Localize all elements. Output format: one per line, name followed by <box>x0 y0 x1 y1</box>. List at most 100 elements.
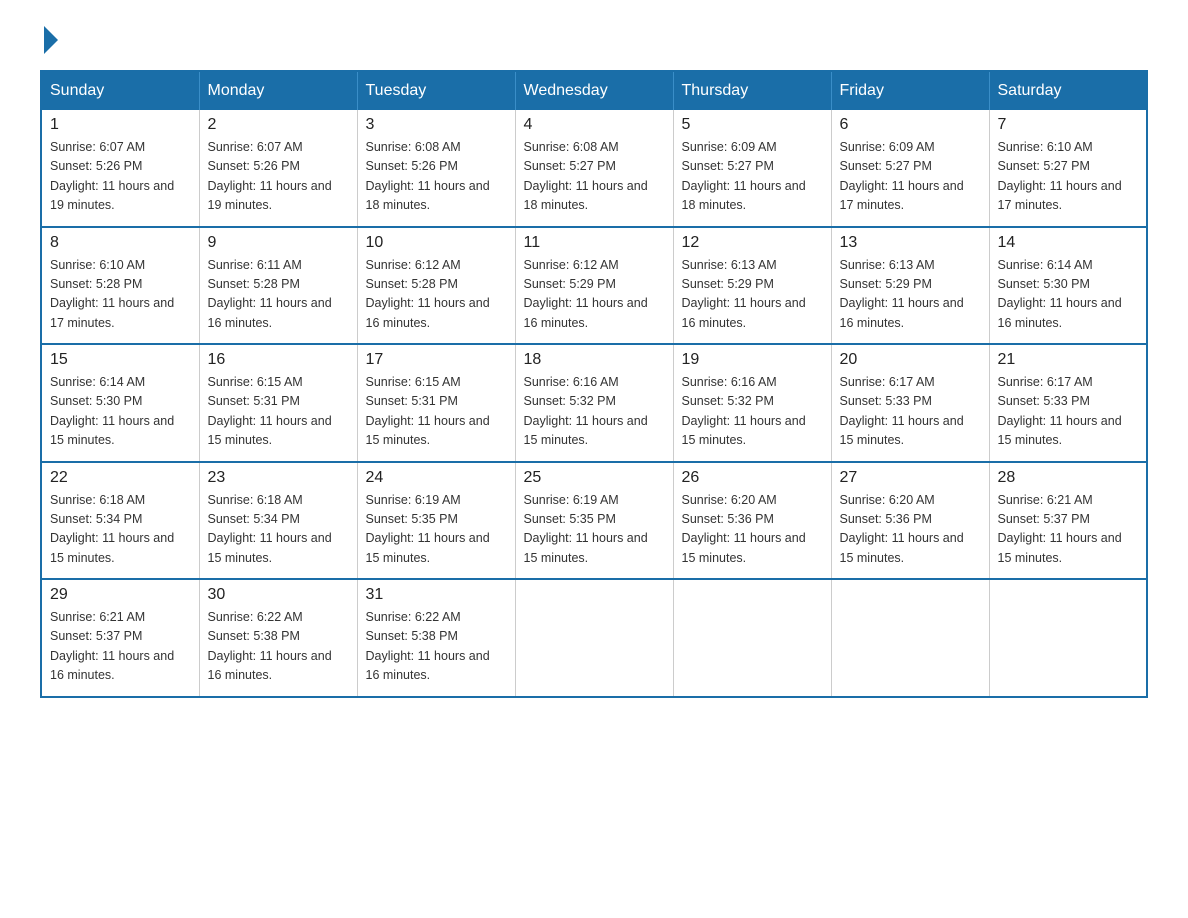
day-info: Sunrise: 6:19 AMSunset: 5:35 PMDaylight:… <box>366 491 507 569</box>
day-number: 4 <box>524 116 665 134</box>
calendar-cell: 2 Sunrise: 6:07 AMSunset: 5:26 PMDaylight… <box>199 110 357 227</box>
header-friday: Friday <box>831 71 989 110</box>
day-info: Sunrise: 6:20 AMSunset: 5:36 PMDaylight:… <box>682 491 823 569</box>
day-number: 13 <box>840 234 981 252</box>
header-saturday: Saturday <box>989 71 1147 110</box>
day-number: 23 <box>208 469 349 487</box>
header-wednesday: Wednesday <box>515 71 673 110</box>
day-info: Sunrise: 6:12 AMSunset: 5:29 PMDaylight:… <box>524 256 665 334</box>
day-info: Sunrise: 6:15 AMSunset: 5:31 PMDaylight:… <box>366 373 507 451</box>
calendar-cell: 4 Sunrise: 6:08 AMSunset: 5:27 PMDaylight… <box>515 110 673 227</box>
day-info: Sunrise: 6:14 AMSunset: 5:30 PMDaylight:… <box>998 256 1139 334</box>
calendar-cell: 6 Sunrise: 6:09 AMSunset: 5:27 PMDaylight… <box>831 110 989 227</box>
calendar-cell: 5Sunrise: 6:09 AMSunset: 5:27 PMDaylight… <box>673 110 831 227</box>
calendar-cell: 31Sunrise: 6:22 AMSunset: 5:38 PMDayligh… <box>357 579 515 697</box>
calendar-cell: 11 Sunrise: 6:12 AMSunset: 5:29 PMDayligh… <box>515 227 673 345</box>
calendar-cell: 18 Sunrise: 6:16 AMSunset: 5:32 PMDayligh… <box>515 344 673 462</box>
day-info: Sunrise: 6:07 AMSunset: 5:26 PMDaylight:… <box>50 138 191 216</box>
day-number: 2 <box>208 116 349 134</box>
calendar-cell: 25Sunrise: 6:19 AMSunset: 5:35 PMDayligh… <box>515 462 673 580</box>
calendar-cell: 15 Sunrise: 6:14 AMSunset: 5:30 PMDayligh… <box>41 344 199 462</box>
day-info: Sunrise: 6:09 AMSunset: 5:27 PMDaylight:… <box>840 138 981 216</box>
day-number: 15 <box>50 351 191 369</box>
day-info: Sunrise: 6:17 AMSunset: 5:33 PMDaylight:… <box>998 373 1139 451</box>
day-number: 20 <box>840 351 981 369</box>
calendar-cell: 13 Sunrise: 6:13 AMSunset: 5:29 PMDayligh… <box>831 227 989 345</box>
day-info: Sunrise: 6:12 AMSunset: 5:28 PMDaylight:… <box>366 256 507 334</box>
day-info: Sunrise: 6:21 AMSunset: 5:37 PMDaylight:… <box>998 491 1139 569</box>
day-info: Sunrise: 6:21 AMSunset: 5:37 PMDaylight:… <box>50 608 191 686</box>
calendar-cell: 17Sunrise: 6:15 AMSunset: 5:31 PMDayligh… <box>357 344 515 462</box>
day-number: 1 <box>50 116 191 134</box>
calendar-cell <box>673 579 831 697</box>
day-info: Sunrise: 6:17 AMSunset: 5:33 PMDaylight:… <box>840 373 981 451</box>
calendar-cell: 21 Sunrise: 6:17 AMSunset: 5:33 PMDayligh… <box>989 344 1147 462</box>
day-number: 26 <box>682 469 823 487</box>
calendar-cell <box>989 579 1147 697</box>
day-info: Sunrise: 6:08 AMSunset: 5:27 PMDaylight:… <box>524 138 665 216</box>
calendar-cell: 27 Sunrise: 6:20 AMSunset: 5:36 PMDayligh… <box>831 462 989 580</box>
day-info: Sunrise: 6:07 AMSunset: 5:26 PMDaylight:… <box>208 138 349 216</box>
calendar-week-row: 29 Sunrise: 6:21 AMSunset: 5:37 PMDayligh… <box>41 579 1147 697</box>
day-number: 14 <box>998 234 1139 252</box>
calendar-cell: 10 Sunrise: 6:12 AMSunset: 5:28 PMDayligh… <box>357 227 515 345</box>
day-number: 28 <box>998 469 1139 487</box>
day-number: 29 <box>50 586 191 604</box>
calendar-week-row: 8 Sunrise: 6:10 AMSunset: 5:28 PMDaylight… <box>41 227 1147 345</box>
calendar-cell: 26 Sunrise: 6:20 AMSunset: 5:36 PMDayligh… <box>673 462 831 580</box>
day-number: 7 <box>998 116 1139 134</box>
day-info: Sunrise: 6:22 AMSunset: 5:38 PMDaylight:… <box>208 608 349 686</box>
calendar-header-row: SundayMondayTuesdayWednesdayThursdayFrid… <box>41 71 1147 110</box>
day-number: 10 <box>366 234 507 252</box>
calendar-cell: 24Sunrise: 6:19 AMSunset: 5:35 PMDayligh… <box>357 462 515 580</box>
calendar-cell: 29 Sunrise: 6:21 AMSunset: 5:37 PMDayligh… <box>41 579 199 697</box>
calendar-cell: 8 Sunrise: 6:10 AMSunset: 5:28 PMDaylight… <box>41 227 199 345</box>
calendar-cell: 1 Sunrise: 6:07 AMSunset: 5:26 PMDaylight… <box>41 110 199 227</box>
calendar-table: SundayMondayTuesdayWednesdayThursdayFrid… <box>40 70 1148 698</box>
day-info: Sunrise: 6:16 AMSunset: 5:32 PMDaylight:… <box>524 373 665 451</box>
calendar-cell: 30 Sunrise: 6:22 AMSunset: 5:38 PMDayligh… <box>199 579 357 697</box>
calendar-cell: 23 Sunrise: 6:18 AMSunset: 5:34 PMDayligh… <box>199 462 357 580</box>
day-number: 9 <box>208 234 349 252</box>
day-info: Sunrise: 6:15 AMSunset: 5:31 PMDaylight:… <box>208 373 349 451</box>
day-number: 11 <box>524 234 665 252</box>
day-info: Sunrise: 6:18 AMSunset: 5:34 PMDaylight:… <box>50 491 191 569</box>
logo-top <box>40 30 58 54</box>
day-number: 8 <box>50 234 191 252</box>
calendar-cell: 12Sunrise: 6:13 AMSunset: 5:29 PMDayligh… <box>673 227 831 345</box>
calendar-cell: 7 Sunrise: 6:10 AMSunset: 5:27 PMDaylight… <box>989 110 1147 227</box>
day-number: 18 <box>524 351 665 369</box>
day-number: 3 <box>366 116 507 134</box>
day-info: Sunrise: 6:11 AMSunset: 5:28 PMDaylight:… <box>208 256 349 334</box>
calendar-cell: 28 Sunrise: 6:21 AMSunset: 5:37 PMDayligh… <box>989 462 1147 580</box>
day-number: 30 <box>208 586 349 604</box>
calendar-cell: 19 Sunrise: 6:16 AMSunset: 5:32 PMDayligh… <box>673 344 831 462</box>
day-number: 6 <box>840 116 981 134</box>
calendar-week-row: 15 Sunrise: 6:14 AMSunset: 5:30 PMDayligh… <box>41 344 1147 462</box>
day-info: Sunrise: 6:09 AMSunset: 5:27 PMDaylight:… <box>682 138 823 216</box>
header-thursday: Thursday <box>673 71 831 110</box>
header-monday: Monday <box>199 71 357 110</box>
day-info: Sunrise: 6:18 AMSunset: 5:34 PMDaylight:… <box>208 491 349 569</box>
logo <box>40 30 58 50</box>
day-number: 25 <box>524 469 665 487</box>
logo-triangle-icon <box>44 26 58 54</box>
day-number: 16 <box>208 351 349 369</box>
day-info: Sunrise: 6:20 AMSunset: 5:36 PMDaylight:… <box>840 491 981 569</box>
day-number: 19 <box>682 351 823 369</box>
day-number: 21 <box>998 351 1139 369</box>
calendar-cell <box>515 579 673 697</box>
day-number: 27 <box>840 469 981 487</box>
day-info: Sunrise: 6:14 AMSunset: 5:30 PMDaylight:… <box>50 373 191 451</box>
calendar-cell: 16 Sunrise: 6:15 AMSunset: 5:31 PMDayligh… <box>199 344 357 462</box>
calendar-week-row: 22 Sunrise: 6:18 AMSunset: 5:34 PMDayligh… <box>41 462 1147 580</box>
day-info: Sunrise: 6:13 AMSunset: 5:29 PMDaylight:… <box>682 256 823 334</box>
calendar-week-row: 1 Sunrise: 6:07 AMSunset: 5:26 PMDaylight… <box>41 110 1147 227</box>
day-info: Sunrise: 6:10 AMSunset: 5:28 PMDaylight:… <box>50 256 191 334</box>
day-info: Sunrise: 6:16 AMSunset: 5:32 PMDaylight:… <box>682 373 823 451</box>
day-number: 22 <box>50 469 191 487</box>
calendar-cell: 14 Sunrise: 6:14 AMSunset: 5:30 PMDayligh… <box>989 227 1147 345</box>
day-info: Sunrise: 6:10 AMSunset: 5:27 PMDaylight:… <box>998 138 1139 216</box>
day-info: Sunrise: 6:13 AMSunset: 5:29 PMDaylight:… <box>840 256 981 334</box>
day-number: 31 <box>366 586 507 604</box>
